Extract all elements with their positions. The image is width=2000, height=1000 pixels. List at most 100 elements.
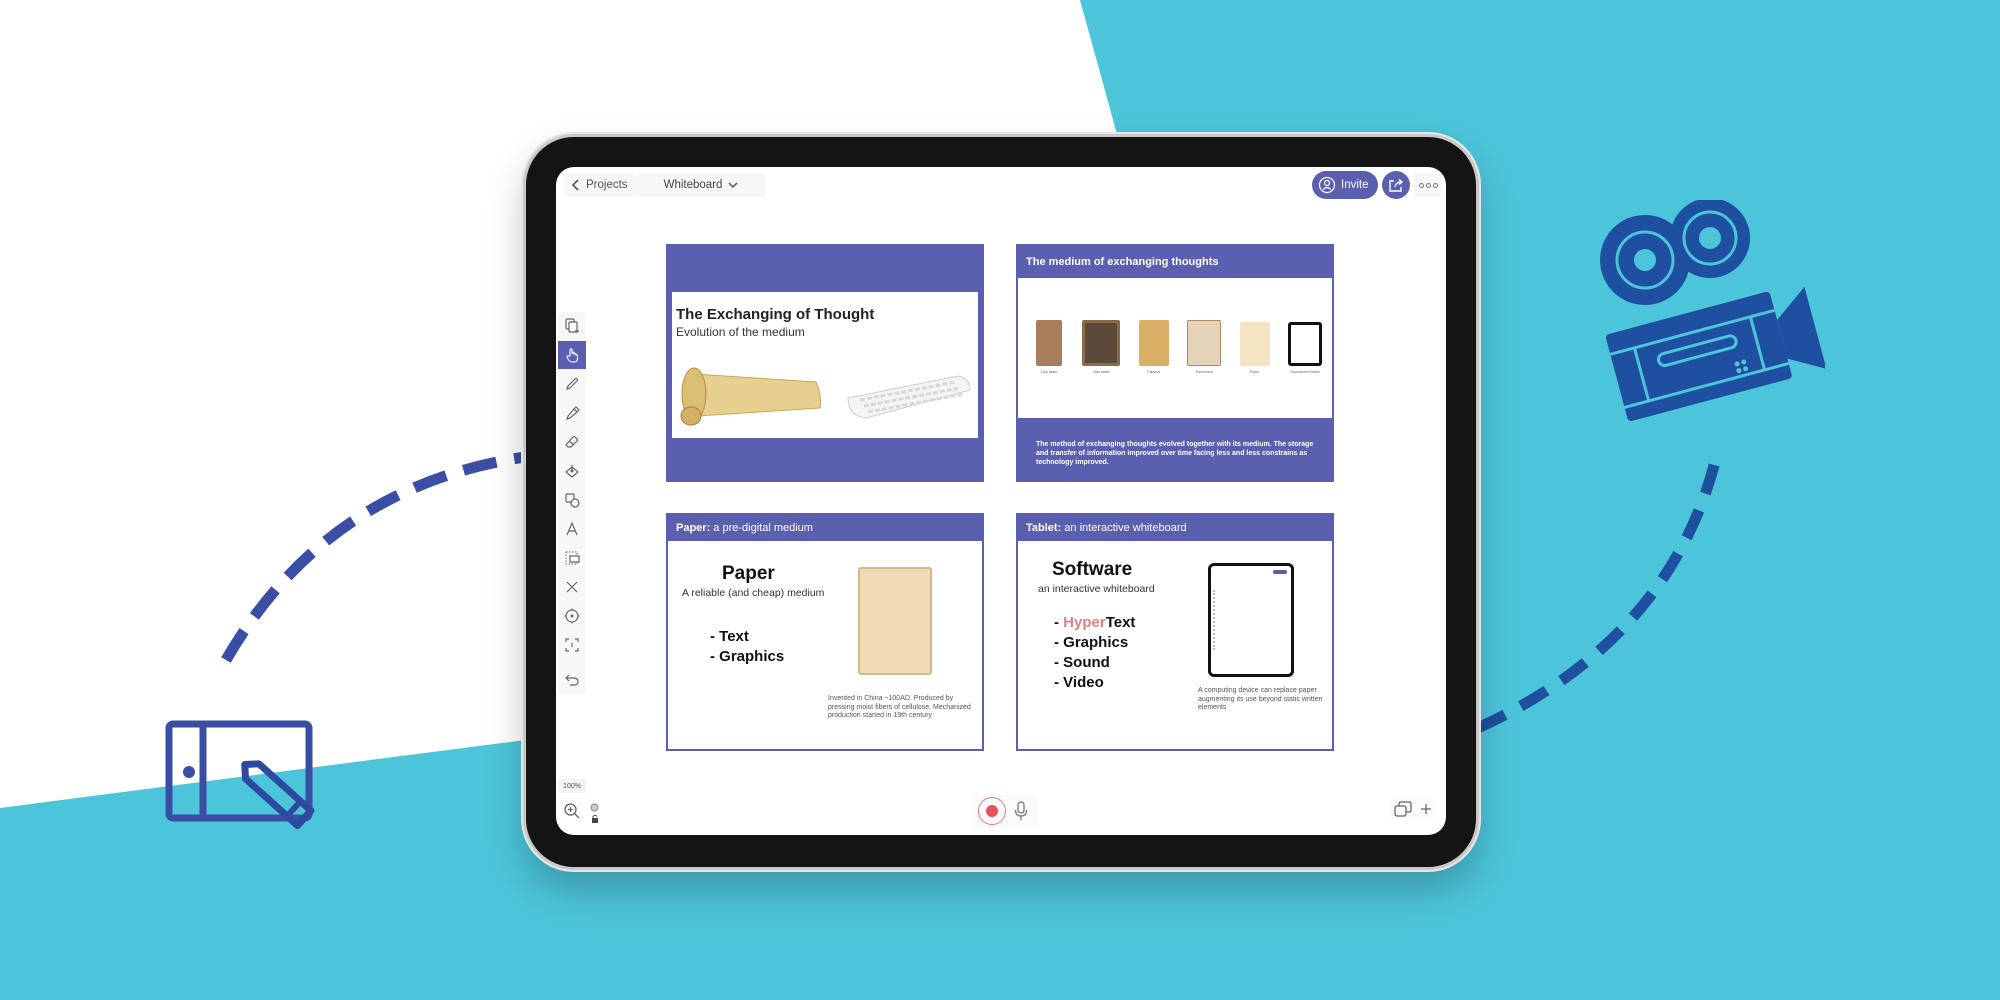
media-caption: Paper [1249, 370, 1260, 374]
tool-eraser[interactable] [558, 428, 586, 456]
tool-delete[interactable] [558, 573, 586, 601]
undo-icon [565, 674, 579, 686]
parchment-image [1187, 320, 1222, 366]
slide-4-bullets: - HyperText - Graphics - Sound - Video [1054, 613, 1135, 693]
share-icon [1389, 178, 1404, 192]
bullet-item: - HyperText [1054, 614, 1136, 631]
bullet-item: - Sound [1054, 654, 1110, 671]
lock-icon[interactable] [591, 814, 599, 823]
pages-overview-button[interactable] [1394, 801, 1412, 817]
microphone-button[interactable] [1010, 797, 1032, 825]
media-caption: Clay tablet [1040, 370, 1058, 374]
slide-1-title: The Exchanging of Thought [676, 306, 875, 323]
record-button[interactable] [978, 797, 1006, 825]
zoom-in-icon [564, 803, 580, 819]
tool-shapes[interactable] [558, 486, 586, 514]
slide-4-header: Tablet: an interactive whiteboard [1018, 515, 1332, 541]
slide-3-subtitle: A reliable (and cheap) medium [682, 587, 825, 599]
slide-1[interactable]: The Exchanging of Thought Evolution of t… [666, 244, 984, 482]
close-icon [566, 581, 578, 593]
more-dot-icon [1425, 182, 1431, 188]
slide-4-header-rest: an interactive whiteboard [1061, 522, 1187, 534]
hyper-rest: Text [1105, 614, 1136, 631]
whiteboard-app-screen: Projects Whiteboard Invite 100% The Exch… [556, 167, 1446, 835]
highlighter-icon [566, 406, 580, 420]
pen-icon [566, 377, 579, 390]
slide-3-note: Invented in China ~100AD. Produced by pr… [828, 695, 971, 719]
tool-frame[interactable] [558, 631, 586, 659]
tool-undo[interactable] [558, 666, 586, 694]
view-controls [590, 803, 599, 823]
more-dot-icon [1418, 182, 1424, 188]
microphone-icon [1014, 801, 1028, 820]
dashed-arc-right [1475, 456, 1722, 733]
zoom-level-label: 100% [558, 779, 586, 793]
back-label: Projects [586, 179, 628, 191]
tool-select[interactable] [558, 544, 586, 572]
slide-3[interactable]: Paper: a pre-digital medium Paper A reli… [666, 513, 984, 751]
tool-fill[interactable] [558, 457, 586, 485]
slide-4-title: Software [1052, 559, 1133, 580]
slide-4-note: A computing device can replace paper aug… [1198, 687, 1323, 711]
tool-text[interactable] [558, 515, 586, 543]
scroll-image [680, 367, 821, 426]
media-caption: Papyrus [1147, 370, 1161, 374]
lasso-select-icon [565, 551, 580, 565]
media-item: Paper [1238, 322, 1272, 374]
bullet-item: - Text [710, 628, 749, 645]
top-bar: Projects Whiteboard Invite [556, 167, 1446, 205]
add-page-icon [565, 318, 579, 333]
paper-sheet-image [858, 567, 932, 675]
tool-laser[interactable] [558, 602, 586, 630]
ipad-device: Projects Whiteboard Invite 100% The Exch… [526, 137, 1476, 867]
document-selector[interactable]: Whiteboard [636, 173, 766, 197]
bullet-item: - Graphics [1054, 634, 1129, 651]
papyrus-image [1138, 320, 1169, 366]
back-to-projects-button[interactable]: Projects [564, 173, 636, 197]
media-caption: Touchscreen tablet [1290, 370, 1320, 374]
recording-controls [972, 795, 1038, 827]
tool-highlighter[interactable] [558, 399, 586, 427]
slide-3-header-bold: Paper: [676, 522, 711, 534]
more-options-button[interactable] [1414, 173, 1442, 197]
clay-tablet-image [1036, 320, 1062, 366]
document-label: Whiteboard [663, 179, 723, 191]
text-icon [566, 521, 578, 536]
tablet-preview-image [1208, 563, 1294, 677]
touch-tablet-image [1287, 322, 1322, 366]
add-user-icon [1318, 176, 1336, 194]
add-page-button[interactable] [1420, 803, 1432, 815]
share-button[interactable] [1382, 171, 1410, 199]
slide-4-subtitle: an interactive whiteboard [1038, 583, 1155, 595]
slide-1-content: The Exchanging of Thought Evolution of t… [672, 292, 978, 438]
slide-4[interactable]: Tablet: an interactive whiteboard Softwa… [1016, 513, 1334, 751]
slide-3-header-rest: a pre-digital medium [710, 522, 813, 534]
slide-2-header: The medium of exchanging thoughts [1018, 246, 1332, 278]
tool-add-page[interactable] [558, 312, 586, 340]
media-item: Wax tablet [1082, 320, 1121, 374]
media-item: Parchment [1187, 320, 1222, 374]
pages-icon [1394, 801, 1412, 817]
drawing-toolbar [558, 312, 586, 694]
media-item: Touchscreen tablet [1287, 322, 1322, 374]
slide-3-title: Paper [722, 563, 775, 584]
invite-label: Invite [1341, 179, 1369, 191]
paper-image [1239, 322, 1270, 366]
slide-2[interactable]: The medium of exchanging thoughts Clay t… [1016, 244, 1334, 482]
chevron-left-icon [572, 179, 579, 191]
slide-2-footer: The method of exchanging thoughts evolve… [1018, 418, 1332, 480]
more-dot-icon [1432, 182, 1438, 188]
zoom-button[interactable] [560, 799, 584, 823]
hyper-highlight: Hyper [1063, 614, 1106, 631]
frame-icon [565, 638, 579, 652]
tool-hand[interactable] [558, 341, 586, 369]
hand-pointer-icon [566, 348, 579, 363]
grid-toggle-icon[interactable] [590, 803, 599, 812]
slide-3-bullets: - Text - Graphics [710, 627, 784, 667]
invite-button[interactable]: Invite [1312, 171, 1378, 199]
tablet-pencil-illustration-icon [165, 720, 315, 830]
media-caption: Parchment [1195, 370, 1213, 374]
tool-pen[interactable] [558, 370, 586, 398]
paint-bucket-icon [565, 465, 579, 478]
chevron-down-icon [728, 181, 738, 188]
